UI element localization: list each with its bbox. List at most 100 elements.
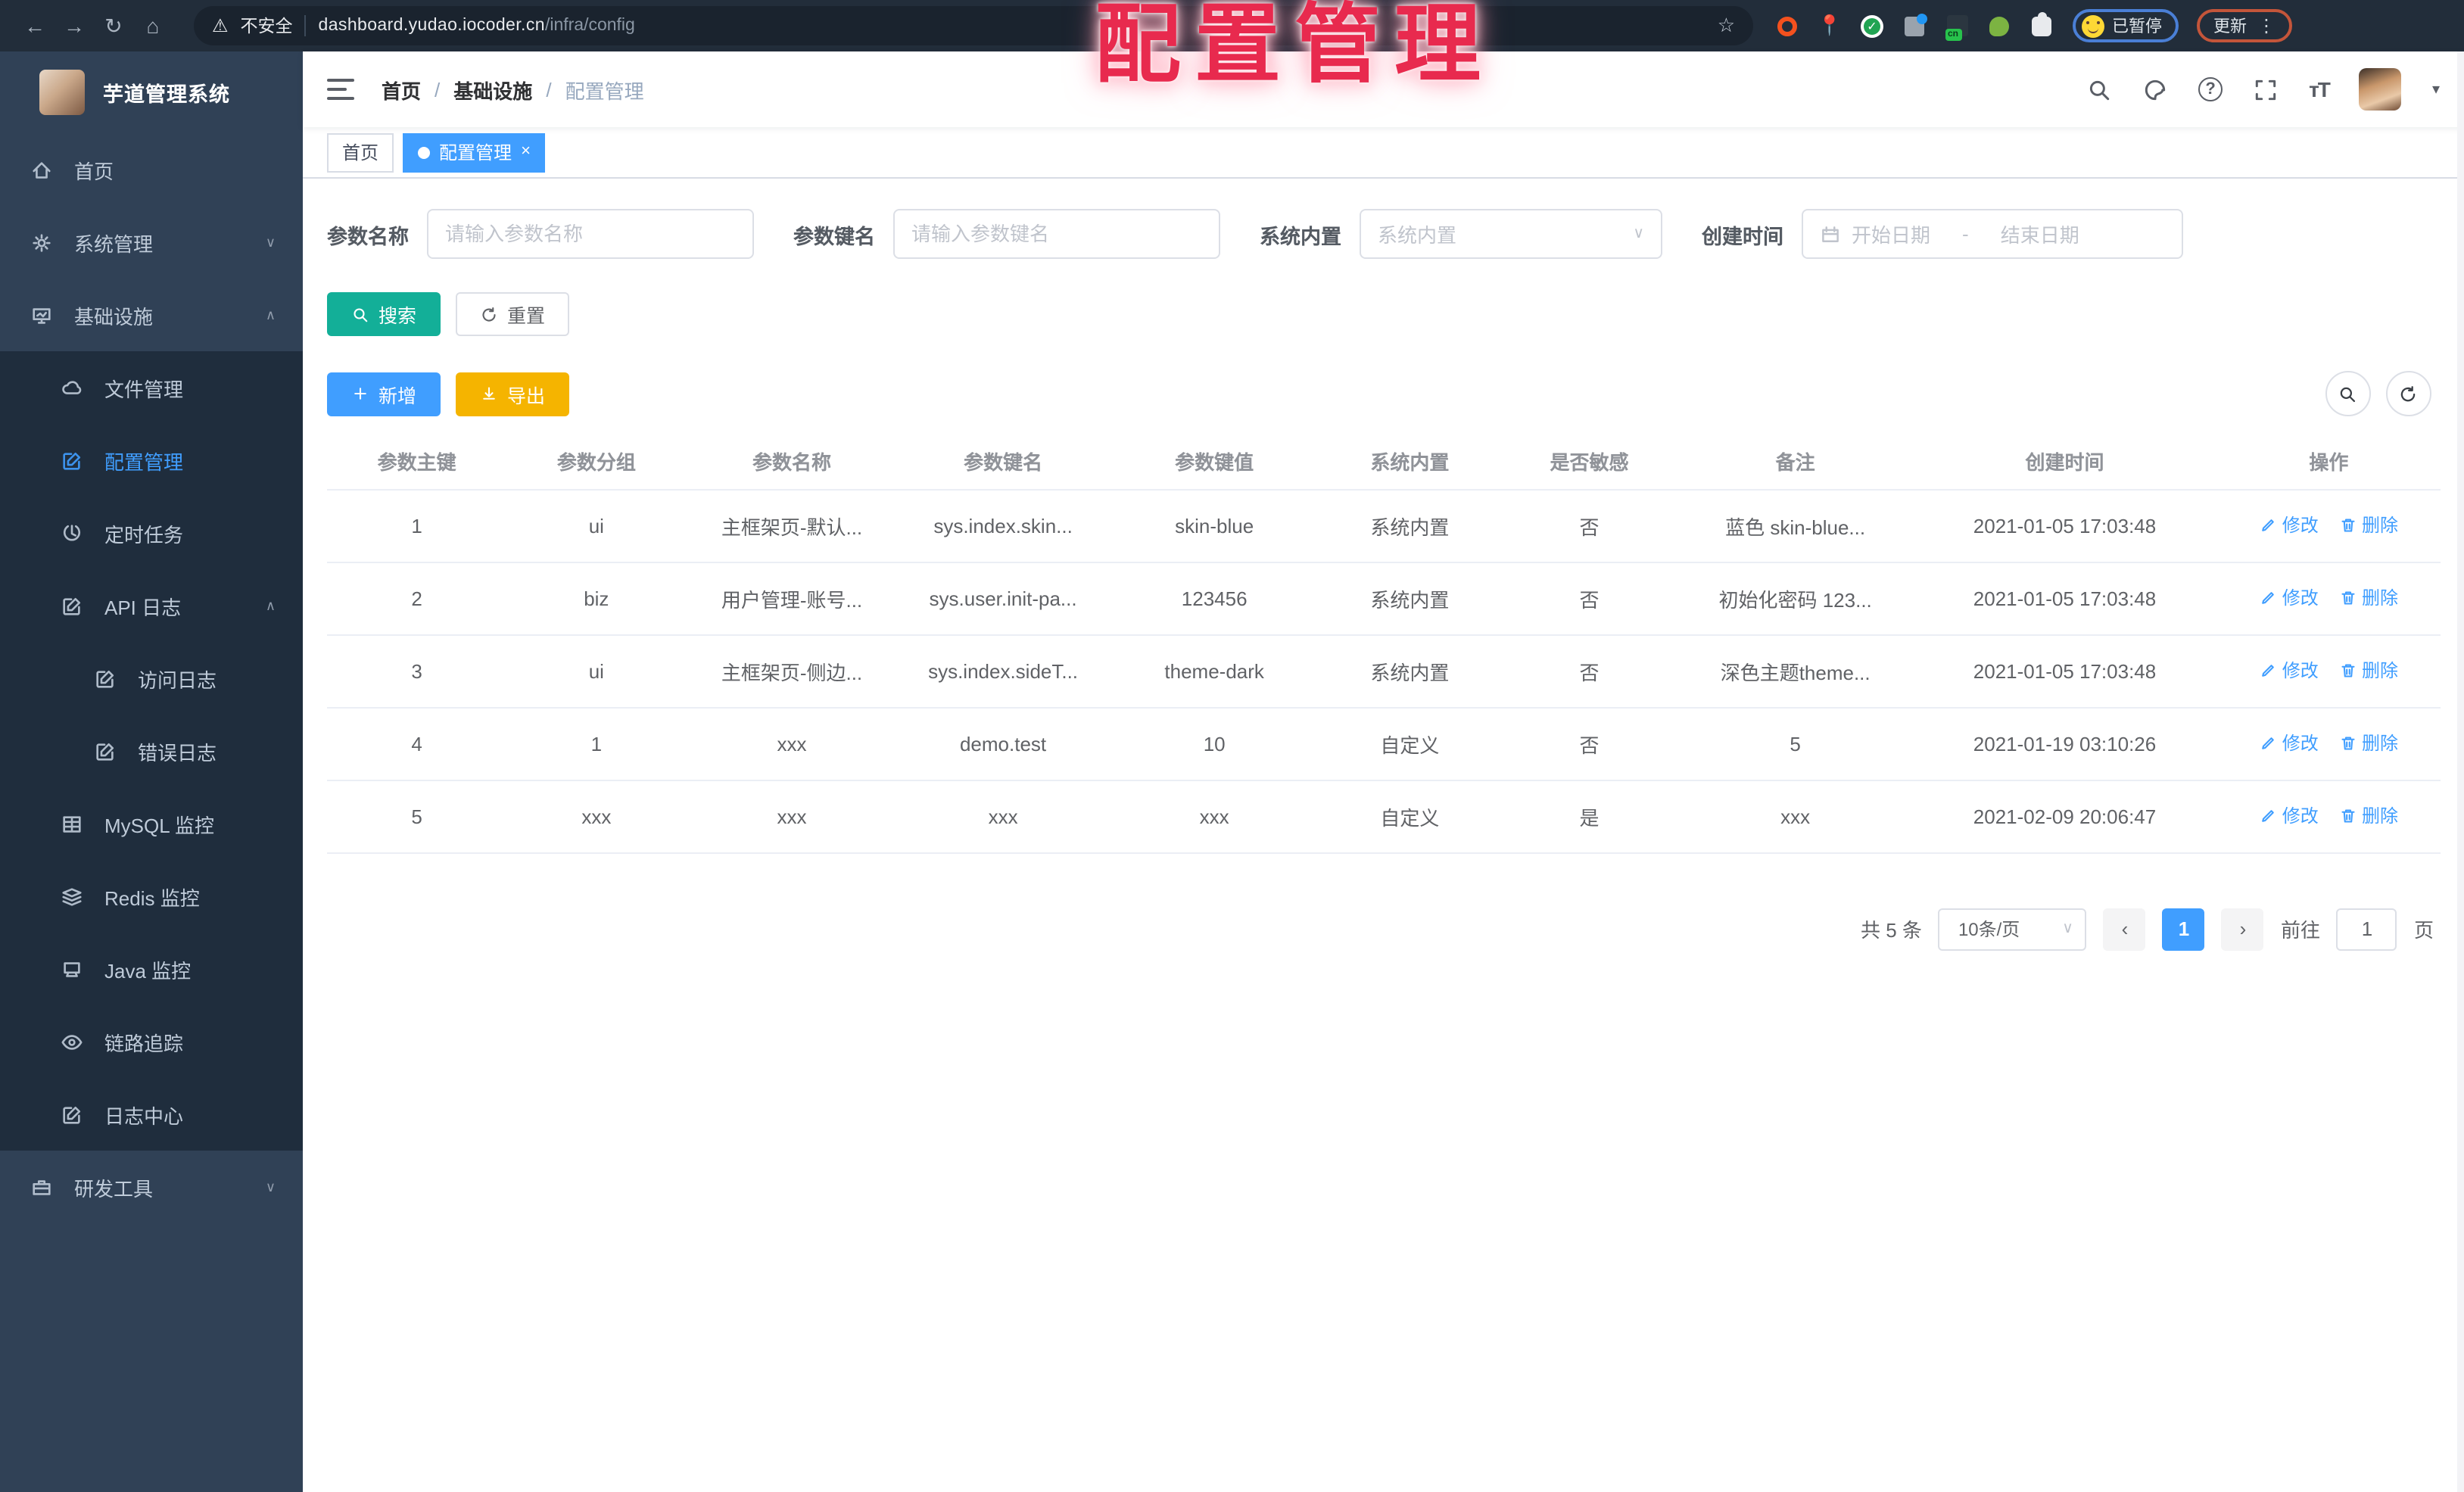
page-size-select[interactable]: 10条/页 ∨ [1938,908,2087,950]
chevron-down-icon: ∨ [1633,226,1644,242]
sidebar-item-config[interactable]: 配置管理 [0,424,303,497]
sidebar-logo-row[interactable]: 芋道管理系统 [0,51,303,133]
param-name-input[interactable] [445,223,736,245]
next-page-button[interactable]: › [2221,908,2264,950]
cell-value: xxx [1108,780,1320,853]
sidebar-item-mysql[interactable]: MySQL 监控 [0,787,303,860]
col-header: 参数主键 [327,435,507,490]
font-size-icon[interactable]: тT [2309,77,2331,101]
extension-grid-icon[interactable] [1902,13,1927,39]
page-number-1[interactable]: 1 [2162,908,2205,950]
date-range-picker[interactable]: 开始日期 - 结束日期 [1802,209,2183,259]
edit-link[interactable]: 修改 [2260,658,2319,684]
tab-config[interactable]: 配置管理 × [403,132,546,172]
table-row: 2 biz 用户管理-账号... sys.user.init-pa... 123… [327,562,2440,635]
address-bar[interactable]: ⚠ 不安全 dashboard.yudao.iocoder.cn/infra/c… [194,6,1753,45]
extension-check-icon[interactable]: ✓ [1859,13,1885,39]
sidebar-item-devtools[interactable]: 研发工具 ∨ [0,1151,303,1223]
goto-page-input[interactable] [2336,908,2397,950]
col-header: 参数分组 [506,435,687,490]
sidebar-item-file[interactable]: 文件管理 [0,351,303,424]
edit-link[interactable]: 修改 [2260,730,2319,756]
refresh-icon [2400,385,2416,401]
url-text[interactable]: dashboard.yudao.iocoder.cn/infra/config [319,17,635,35]
extension-donut-icon[interactable] [1774,13,1800,39]
edit-link[interactable]: 修改 [2260,803,2319,829]
delete-link[interactable]: 删除 [2339,512,2398,538]
sidebar-item-access-log[interactable]: 访问日志 [0,642,303,715]
sidebar-item-infra[interactable]: 基础设施 ∧ [0,279,303,351]
sidebar-item-job[interactable]: 定时任务 [0,497,303,569]
search-button[interactable]: 搜索 [327,292,441,336]
reload-icon[interactable]: ↻ [94,6,133,45]
export-button[interactable]: 导出 [456,372,570,416]
sidebar-item-java[interactable]: Java 监控 [0,933,303,1005]
security-warning-icon[interactable]: ⚠ [212,15,229,36]
active-dot [418,146,431,158]
app-title: 芋道管理系统 [103,83,230,106]
cell-value: 10 [1108,707,1320,780]
github-icon[interactable] [2142,76,2168,102]
chevron-down-icon[interactable]: ▾ [2432,81,2440,98]
cell-group: 1 [506,707,687,780]
add-button[interactable]: 新增 [327,372,441,416]
update-button[interactable]: 更新 ⋮ [2197,9,2292,42]
chevron-right-icon: › [2239,917,2247,940]
col-header: 参数名称 [686,435,898,490]
extension-cn-icon[interactable]: cn [1944,13,1970,41]
delete-link[interactable]: 删除 [2339,730,2398,756]
browser-menu-icon[interactable]: ⋮ [2257,15,2276,36]
refresh-table-button[interactable] [2385,371,2431,416]
edit-icon [2262,809,2275,822]
hamburger-icon[interactable] [327,79,354,100]
paused-badge[interactable]: 已暂停 [2073,9,2179,42]
fullscreen-icon[interactable] [2253,76,2279,102]
prev-page-button[interactable]: ‹ [2103,908,2146,950]
sidebar-item-log-center[interactable]: 日志中心 [0,1078,303,1151]
tab-home[interactable]: 首页 [327,132,394,172]
forward-icon[interactable]: → [55,6,94,45]
database-grid-icon [63,815,81,832]
cell-actions: 修改 删除 [2217,707,2440,780]
table-row: 5 xxx xxx xxx xxx 自定义 是 xxx 2021-02-09 2… [327,780,2440,853]
extension-pin-icon[interactable]: 📍 [1817,13,1843,39]
toggle-search-button[interactable] [2325,371,2370,416]
scrollbar[interactable] [2456,51,2464,1492]
search-icon[interactable] [2086,76,2112,102]
url-path: /infra/config [544,17,635,35]
sidebar-item-redis[interactable]: Redis 监控 [0,860,303,933]
cell-group: xxx [506,780,687,853]
breadcrumb-home[interactable]: 首页 [382,75,421,104]
breadcrumb-infra[interactable]: 基础设施 [453,75,532,104]
chevron-up-icon: ∧ [265,597,276,612]
sidebar-item-home[interactable]: 首页 [0,133,303,206]
delete-link[interactable]: 删除 [2339,658,2398,684]
chevron-down-icon: ∨ [265,234,276,249]
sidebar-item-system[interactable]: 系统管理 ∨ [0,206,303,279]
schedule-icon [63,524,81,540]
param-name-input-wrap [427,209,754,259]
param-key-input[interactable] [911,223,1202,245]
close-icon[interactable]: × [521,143,531,160]
edit-link[interactable]: 修改 [2260,512,2319,538]
cell-group: ui [506,489,687,562]
sidebar-item-error-log[interactable]: 错误日志 [0,715,303,787]
delete-link[interactable]: 删除 [2339,585,2398,611]
back-icon[interactable]: ← [15,6,55,45]
cell-id: 3 [327,634,507,708]
extensions-puzzle-icon[interactable] [2029,11,2054,39]
trash-icon [2341,736,2355,750]
sidebar-item-trace[interactable]: 链路追踪 [0,1005,303,1078]
sidebar-item-api-log[interactable]: API 日志 ∧ [0,569,303,642]
log-icon [63,1105,81,1123]
extension-leaf-icon[interactable] [1986,13,2012,39]
bookmark-star-icon[interactable]: ☆ [1718,14,1735,38]
home-icon[interactable]: ⌂ [133,6,173,45]
delete-link[interactable]: 删除 [2339,803,2398,829]
builtin-select[interactable]: 系统内置 ∨ [1360,209,1662,259]
sidebar-item-label: 定时任务 [104,523,184,546]
help-icon[interactable]: ? [2198,77,2223,101]
avatar[interactable] [2359,68,2402,111]
edit-link[interactable]: 修改 [2260,585,2319,611]
reset-button[interactable]: 重置 [456,292,570,336]
